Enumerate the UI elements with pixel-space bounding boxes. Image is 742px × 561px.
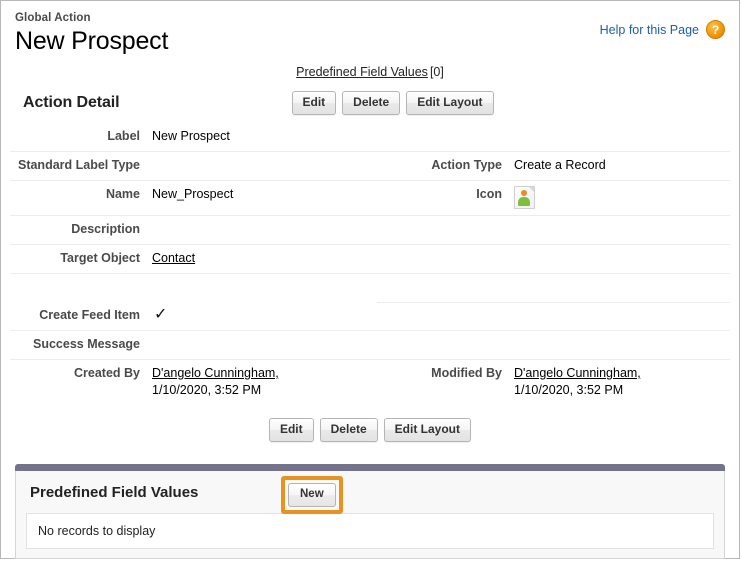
field-label-target-object: Target Object [10, 244, 150, 274]
field-value-label: New Prospect [150, 123, 377, 152]
field-label-icon: Icon [377, 180, 512, 216]
predefined-field-values-related-list: Predefined Field Values New No records t… [15, 464, 725, 559]
created-by-user-link[interactable]: D'angelo Cunningham, [152, 365, 377, 382]
field-label-label: Label [10, 123, 150, 152]
new-button[interactable]: New [288, 483, 336, 507]
table-row: Create Feed Item ✓ [10, 302, 730, 331]
field-value-target-object: Contact [150, 244, 377, 274]
quicklink-count[interactable]: [0] [430, 65, 444, 79]
field-label-create-feed-item: Create Feed Item [10, 302, 150, 331]
modified-by-user-link[interactable]: D'angelo Cunningham, [514, 365, 730, 382]
field-value-empty-5 [512, 330, 730, 360]
field-value-icon [512, 180, 730, 216]
spacer-cell-1 [10, 274, 150, 303]
delete-button-bottom[interactable]: Delete [319, 418, 378, 442]
spacer-cell-4 [512, 273, 730, 303]
edit-layout-button[interactable]: Edit Layout [406, 91, 494, 115]
table-row-spacer [10, 273, 730, 303]
table-row: Standard Label Type Action Type Create a… [10, 151, 730, 181]
field-label-action-type: Action Type [377, 151, 512, 181]
field-value-create-feed-item: ✓ [150, 302, 377, 331]
table-row: Created By D'angelo Cunningham, 1/10/202… [10, 360, 730, 406]
field-label-success-message: Success Message [10, 330, 150, 360]
related-list-header: Predefined Field Values New [16, 471, 724, 514]
target-object-link[interactable]: Contact [152, 251, 195, 265]
field-value-action-type: Create a Record [512, 151, 730, 181]
section-title: Action Detail [23, 94, 120, 111]
related-list-title: Predefined Field Values [30, 483, 199, 501]
quicklink-predefined-field-values[interactable]: Predefined Field Values [296, 65, 428, 79]
field-value-empty-4 [512, 302, 730, 331]
field-label-description: Description [10, 215, 150, 245]
delete-button[interactable]: Delete [342, 91, 401, 115]
field-value-created-by: D'angelo Cunningham, 1/10/2020, 3:52 PM [150, 360, 377, 406]
detail-button-group-bottom: Edit Delete Edit Layout [1, 405, 739, 442]
field-value-description [150, 215, 377, 245]
edit-layout-button-bottom[interactable]: Edit Layout [383, 418, 472, 442]
edit-button-bottom[interactable]: Edit [268, 418, 314, 442]
field-value-success-message [150, 330, 377, 360]
related-list-top-bar [15, 464, 725, 471]
checkmark-icon: ✓ [154, 306, 168, 323]
field-label-empty-5 [377, 330, 512, 360]
spacer-cell-2 [150, 274, 377, 303]
field-label-modified-by: Modified By [431, 366, 502, 380]
detail-button-group-top: Edit Delete Edit Layout [291, 91, 494, 115]
help-area: Help for this Page ? [600, 20, 725, 39]
edit-button[interactable]: Edit [291, 91, 337, 115]
action-icon-thumbnail-icon [514, 186, 535, 209]
action-detail-table: Label New Prospect Standard Label Type A… [10, 123, 730, 405]
related-list-empty-state: No records to display [26, 513, 714, 549]
table-row: Success Message [10, 330, 730, 360]
related-list-panel: Predefined Field Values New No records t… [15, 471, 725, 559]
table-row: Description [10, 215, 730, 245]
action-detail-section-bar: Action Detail Edit Delete Edit Layout [1, 85, 739, 123]
related-list-quicklinks: Predefined Field Values [0] [1, 61, 739, 85]
action-detail-page: Global Action New Prospect Help for this… [0, 0, 740, 559]
help-for-this-page-link[interactable]: Help for this Page [600, 23, 699, 37]
table-row: Target Object Contact [10, 244, 730, 274]
field-value-empty-3 [512, 244, 730, 274]
field-label-empty-1 [377, 123, 512, 152]
new-button-highlight: New [281, 476, 343, 514]
field-value-empty-1 [512, 123, 730, 152]
spacer-cell-3 [377, 273, 512, 303]
field-label-empty-3 [377, 244, 512, 274]
field-label-name: Name [10, 180, 150, 216]
modified-by-timestamp: 1/10/2020, 3:52 PM [514, 383, 624, 397]
field-value-modified-by: D'angelo Cunningham, 1/10/2020, 3:52 PM [512, 360, 730, 406]
field-label-created-by: Created By [74, 366, 140, 380]
empty-message: No records to display [38, 524, 156, 538]
field-label-empty-2 [377, 215, 512, 245]
table-row: Name New_Prospect Icon [10, 180, 730, 216]
field-label-empty-4 [377, 302, 512, 331]
page-header: Global Action New Prospect Help for this… [1, 1, 739, 61]
field-label-standard-label-type: Standard Label Type [10, 151, 150, 181]
field-value-empty-2 [512, 215, 730, 245]
created-by-timestamp: 1/10/2020, 3:52 PM [152, 383, 262, 397]
question-mark-icon[interactable]: ? [706, 20, 725, 39]
table-row: Label New Prospect [10, 123, 730, 152]
field-value-standard-label-type [150, 151, 377, 181]
field-value-name: New_Prospect [150, 180, 377, 216]
